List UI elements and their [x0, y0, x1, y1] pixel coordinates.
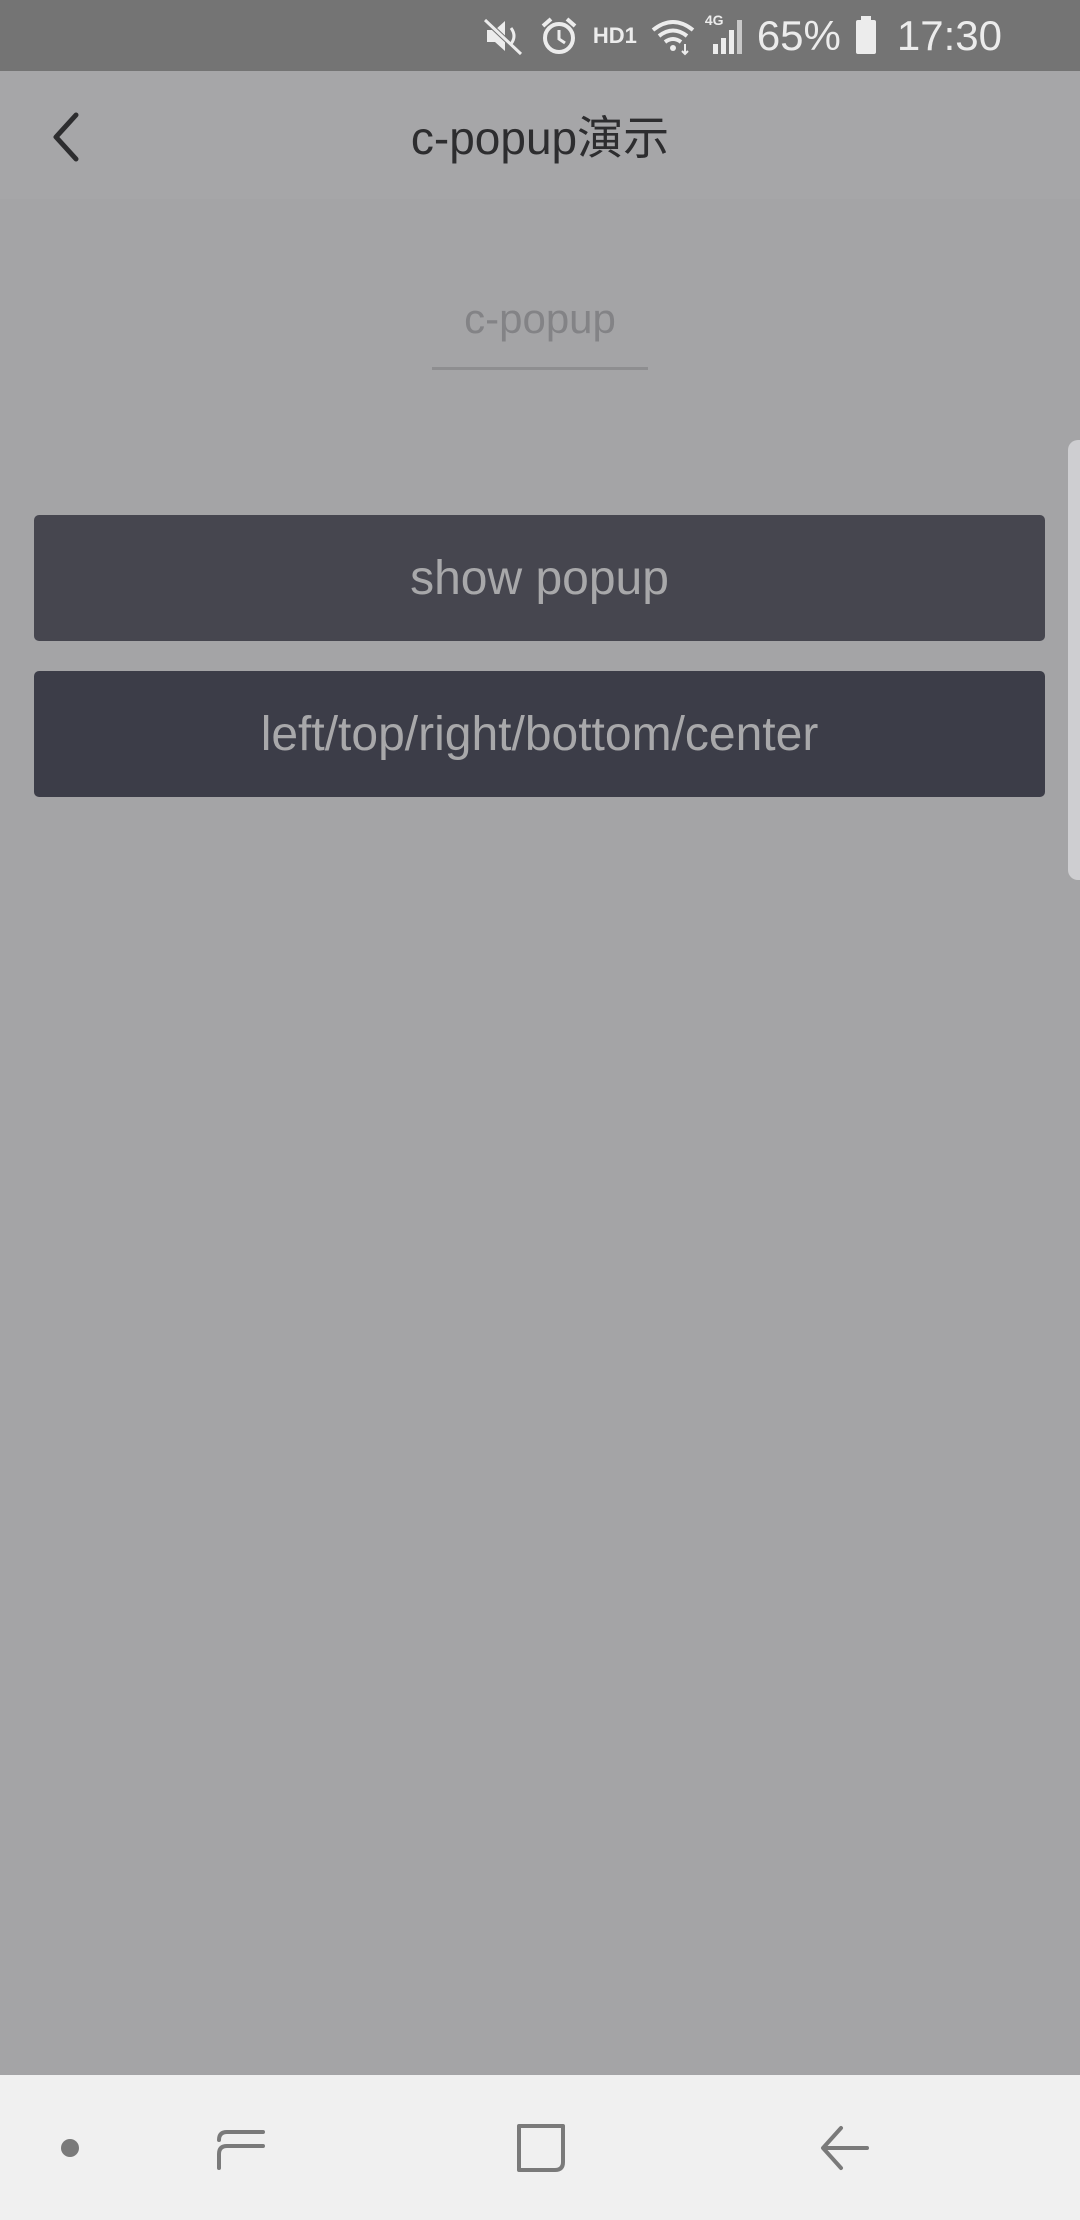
alarm-icon — [537, 14, 581, 58]
signal-icon: 4G — [704, 11, 745, 58]
wifi-icon — [649, 14, 695, 58]
battery-percent: 65% — [756, 11, 841, 59]
home-button[interactable] — [496, 2075, 586, 2220]
recents-button[interactable] — [196, 2075, 286, 2220]
recents-icon — [217, 2129, 265, 2170]
home-icon — [517, 2123, 565, 2172]
app-header: c-popup演示 — [0, 71, 1080, 199]
nav-dot-button[interactable] — [40, 2075, 100, 2220]
show-popup-button[interactable]: show popup — [34, 515, 1045, 641]
battery-icon — [853, 14, 879, 58]
nav-back-button[interactable] — [800, 2075, 890, 2220]
back-button[interactable] — [30, 101, 102, 173]
chevron-left-icon — [53, 112, 79, 162]
clock: 17:30 — [896, 11, 1002, 59]
network-type-label: 4G — [704, 11, 724, 28]
popup-direction-button[interactable]: left/top/right/bottom/center — [34, 671, 1045, 797]
dot-icon — [61, 2138, 79, 2157]
mute-icon — [481, 14, 525, 58]
hd-icon: HD1 — [592, 22, 637, 48]
page-title: c-popup演示 — [410, 112, 670, 164]
section-heading: c-popup — [432, 270, 648, 370]
status-icons: HD1 4G 65% 17:30 — [481, 0, 1002, 71]
section-heading-text: c-popup — [464, 294, 616, 342]
status-bar: HD1 4G 65% 17:30 — [0, 0, 1080, 71]
back-icon — [821, 2125, 869, 2170]
system-nav-bar — [0, 2075, 1080, 2220]
edge-panel-handle[interactable] — [1068, 440, 1080, 880]
